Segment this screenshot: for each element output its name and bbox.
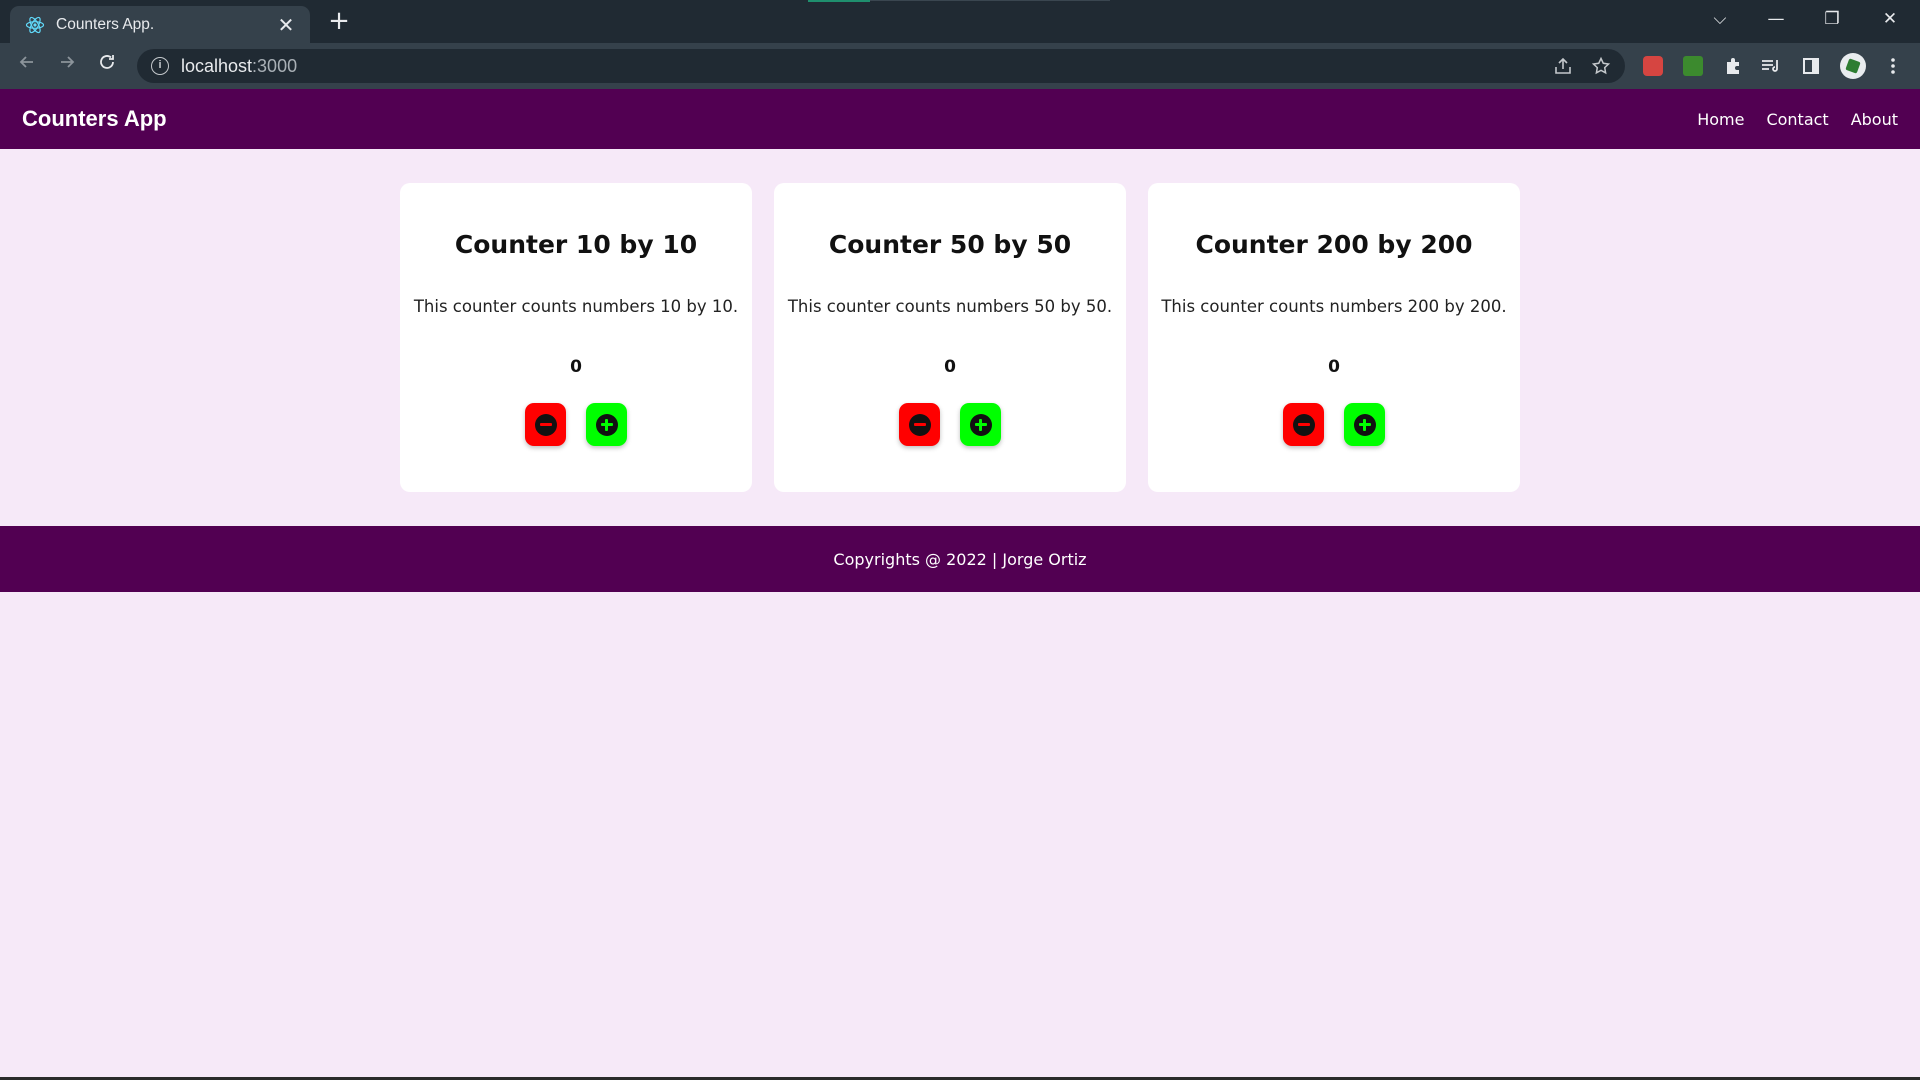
- tab-search-icon[interactable]: ⌵: [1692, 0, 1748, 40]
- minus-circle-icon: [534, 413, 557, 436]
- counter-value: 0: [944, 357, 956, 377]
- browser-tab[interactable]: Counters App. ✕: [10, 6, 310, 43]
- tab-strip-line: [870, 0, 1110, 1]
- counter-description: This counter counts numbers 200 by 200.: [1161, 297, 1507, 316]
- minimize-icon[interactable]: —: [1748, 0, 1804, 40]
- app-navbar: Counters App Home Contact About: [0, 89, 1920, 149]
- reload-icon[interactable]: [92, 51, 122, 81]
- increment-button[interactable]: [1344, 403, 1385, 446]
- tab-title: Counters App.: [56, 15, 155, 33]
- nav-link-contact[interactable]: Contact: [1766, 110, 1828, 129]
- counter-controls: [525, 403, 627, 446]
- brand-title[interactable]: Counters App: [22, 106, 167, 132]
- plus-circle-icon: [1353, 413, 1376, 436]
- counter-card: Counter 50 by 50 This counter counts num…: [774, 183, 1126, 492]
- counter-title: Counter 10 by 10: [454, 230, 698, 259]
- restore-icon[interactable]: ❐: [1804, 0, 1860, 40]
- counters-container: Counter 10 by 10 This counter counts num…: [400, 183, 1520, 492]
- extension-tree-icon[interactable]: [1680, 53, 1706, 79]
- decrement-button[interactable]: [525, 403, 566, 446]
- star-icon[interactable]: [1591, 56, 1611, 76]
- browser-toolbar: i localhost:3000: [0, 43, 1920, 89]
- counter-value: 0: [1328, 357, 1340, 377]
- share-icon[interactable]: [1553, 56, 1573, 76]
- counter-value: 0: [570, 357, 582, 377]
- minus-circle-icon: [1292, 413, 1315, 436]
- counter-description: This counter counts numbers 50 by 50.: [787, 297, 1113, 316]
- minus-circle-icon: [908, 413, 931, 436]
- counter-controls: [899, 403, 1001, 446]
- decrement-button[interactable]: [1283, 403, 1324, 446]
- react-favicon-icon: [24, 14, 46, 36]
- increment-button[interactable]: [586, 403, 627, 446]
- counter-title: Counter 50 by 50: [828, 230, 1072, 259]
- nav-link-home[interactable]: Home: [1697, 110, 1744, 129]
- forward-arrow-icon[interactable]: [52, 51, 82, 81]
- increment-button[interactable]: [960, 403, 1001, 446]
- app-footer: Copyrights @ 2022 | Jorge Ortiz: [0, 526, 1920, 592]
- tab-close-icon[interactable]: ✕: [274, 13, 298, 37]
- tab-strip-accent: [808, 0, 870, 2]
- browser-tab-strip: Counters App. ✕ + ⌵ — ❐ ✕: [0, 0, 1920, 43]
- kebab-menu-icon[interactable]: [1880, 53, 1906, 79]
- url-text: localhost:3000: [181, 55, 298, 76]
- counter-controls: [1283, 403, 1385, 446]
- side-panel-icon[interactable]: [1798, 53, 1824, 79]
- counter-card: Counter 200 by 200 This counter counts n…: [1148, 183, 1520, 492]
- counter-description: This counter counts numbers 10 by 10.: [413, 297, 739, 316]
- nav-link-about[interactable]: About: [1851, 110, 1898, 129]
- close-window-icon[interactable]: ✕: [1862, 0, 1918, 40]
- decrement-button[interactable]: [899, 403, 940, 446]
- counter-title: Counter 200 by 200: [1195, 230, 1473, 259]
- puzzle-icon[interactable]: [1720, 53, 1746, 79]
- profile-avatar[interactable]: [1840, 53, 1866, 79]
- new-tab-button[interactable]: +: [324, 6, 354, 36]
- info-icon[interactable]: i: [151, 57, 169, 75]
- media-icon[interactable]: [1758, 53, 1784, 79]
- plus-circle-icon: [595, 413, 618, 436]
- address-bar[interactable]: i localhost:3000: [137, 49, 1625, 83]
- back-arrow-icon[interactable]: [12, 51, 42, 81]
- footer-copyright: Copyrights @ 2022 | Jorge Ortiz: [833, 549, 1087, 569]
- nav-links: Home Contact About: [1697, 110, 1898, 129]
- extension-red-icon[interactable]: [1640, 53, 1666, 79]
- counter-card: Counter 10 by 10 This counter counts num…: [400, 183, 752, 492]
- plus-circle-icon: [969, 413, 992, 436]
